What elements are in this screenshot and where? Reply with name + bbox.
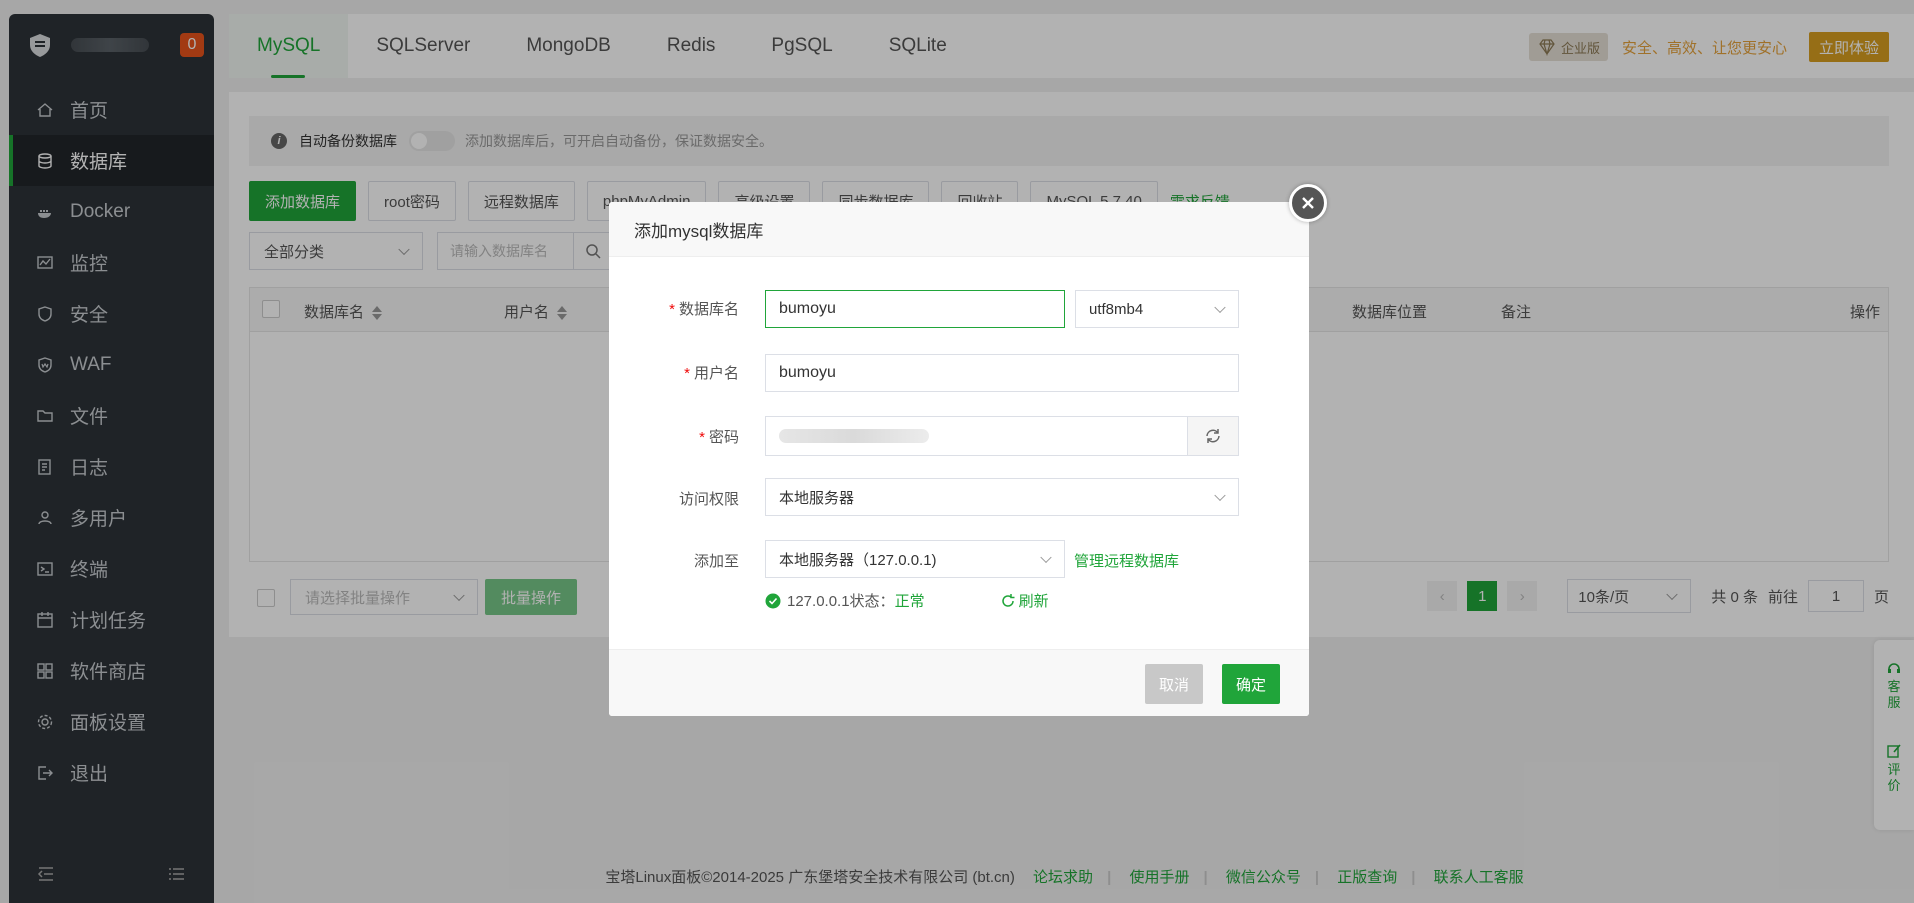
- add-mysql-database-dialog: 添加mysql数据库 * 数据库名 bumoyu utf8mb4 * 用户名 bum…: [609, 184, 1327, 716]
- manage-remote-db-link[interactable]: 管理远程数据库: [1074, 550, 1179, 571]
- username-input[interactable]: bumoyu: [765, 354, 1239, 392]
- add-to-select[interactable]: 本地服务器（127.0.0.1): [765, 540, 1065, 578]
- password-input[interactable]: [765, 416, 1189, 456]
- confirm-button[interactable]: 确定: [1222, 664, 1281, 704]
- chevron-down-icon: [1040, 551, 1052, 564]
- refresh-icon: [1206, 429, 1220, 443]
- close-icon: [1302, 197, 1314, 209]
- status-refresh-link[interactable]: 刷新: [1001, 590, 1049, 611]
- access-select[interactable]: 本地服务器: [765, 478, 1239, 516]
- refresh-icon: [1001, 593, 1015, 607]
- charset-value: utf8mb4: [1089, 300, 1144, 318]
- add-to-label: 添加至: [693, 553, 739, 570]
- status-text: 127.0.0.1状态：: [787, 593, 895, 610]
- dialog-footer: 取消 确定: [609, 649, 1309, 716]
- generate-password-button[interactable]: [1187, 416, 1239, 456]
- server-status-line: 127.0.0.1状态： 正常 刷新: [765, 590, 1049, 611]
- access-label: 访问权限: [678, 491, 739, 508]
- check-circle-icon: [765, 593, 781, 608]
- status-value: 正常: [894, 593, 925, 610]
- access-select-value: 本地服务器: [779, 489, 855, 507]
- add-to-select-value: 本地服务器（127.0.0.1): [779, 551, 937, 569]
- cancel-button[interactable]: 取消: [1145, 664, 1204, 704]
- db-name-label: * 数据库名: [669, 301, 739, 318]
- db-name-input[interactable]: bumoyu: [765, 290, 1065, 328]
- chevron-down-icon: [1214, 301, 1226, 314]
- password-blurred: [779, 429, 929, 443]
- dialog-title: 添加mysql数据库: [609, 202, 1309, 257]
- chevron-down-icon: [1214, 489, 1226, 502]
- password-label: * 密码: [699, 429, 739, 446]
- charset-select[interactable]: utf8mb4: [1075, 290, 1239, 328]
- username-label: * 用户名: [684, 365, 739, 382]
- dialog-close-button[interactable]: [1289, 184, 1327, 222]
